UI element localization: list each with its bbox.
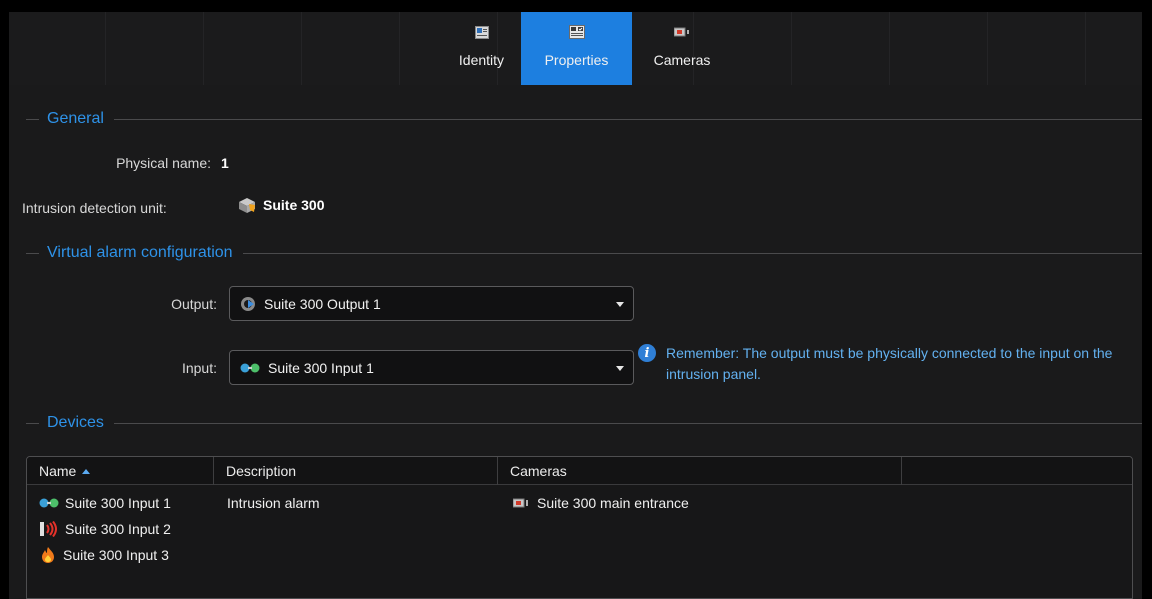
section-general-title: General — [47, 110, 104, 127]
row-name-cell: Suite 300 Input 3 — [39, 542, 169, 568]
output-select-value: Suite 300 Output 1 — [264, 295, 381, 312]
column-header-name[interactable]: Name — [27, 457, 214, 485]
tab-cameras-label: Cameras — [653, 52, 711, 68]
tab-cameras[interactable]: Cameras — [633, 12, 731, 85]
section-devices: Devices — [26, 414, 1142, 432]
input-label: Input: — [181, 360, 217, 376]
physical-name-value: 1 — [221, 155, 229, 171]
connection-note: i Remember: The output must be physicall… — [638, 343, 1126, 385]
output-label: Output: — [171, 296, 217, 312]
sort-ascending-icon — [82, 468, 91, 474]
output-icon — [240, 296, 256, 312]
column-header-extra[interactable] — [902, 457, 1132, 485]
identity-icon — [474, 23, 489, 41]
info-icon: i — [638, 344, 656, 362]
column-header-cameras[interactable]: Cameras — [498, 457, 902, 485]
tab-properties-label: Properties — [544, 52, 609, 68]
camera-icon — [513, 498, 531, 508]
row-description-cell: Intrusion alarm — [227, 495, 320, 511]
camera-icon — [674, 23, 690, 41]
output-select[interactable]: Suite 300 Output 1 — [229, 286, 634, 321]
input-sensor-icon — [39, 497, 59, 509]
intrusion-unit-name: Suite 300 — [263, 197, 325, 213]
intrusion-unit-label: Intrusion detection unit: — [22, 200, 167, 216]
row-name-cell: Suite 300 Input 1 — [39, 490, 171, 516]
intrusion-unit-icon — [237, 196, 257, 214]
tab-bar: Identity Properties Cameras — [9, 12, 1142, 85]
tab-properties[interactable]: Properties — [521, 12, 632, 85]
input-sensor-icon — [240, 362, 260, 374]
table-row[interactable]: Suite 300 Input 3 — [27, 542, 1132, 568]
section-devices-title: Devices — [47, 414, 104, 431]
section-virtual-alarm: Virtual alarm configuration — [26, 244, 1142, 262]
alarm-signal-icon — [39, 521, 59, 537]
section-general: General — [26, 110, 1142, 128]
tab-identity-label: Identity — [458, 52, 505, 68]
input-select-value: Suite 300 Input 1 — [268, 359, 374, 376]
chevron-down-icon — [616, 302, 624, 307]
tab-identity[interactable]: Identity — [443, 12, 520, 85]
connection-note-text: Remember: The output must be physically … — [666, 345, 1113, 382]
table-row[interactable]: Suite 300 Input 2 — [27, 516, 1132, 542]
row-name-cell: Suite 300 Input 2 — [39, 516, 171, 542]
row-camera-cell[interactable]: Suite 300 main entrance — [513, 490, 689, 516]
section-virtual-alarm-title: Virtual alarm configuration — [47, 244, 233, 261]
input-select[interactable]: Suite 300 Input 1 — [229, 350, 634, 385]
table-row[interactable]: Suite 300 Input 1 Intrusion alarm Suite … — [27, 490, 1132, 516]
chevron-down-icon — [616, 366, 624, 371]
properties-icon — [568, 23, 585, 41]
intrusion-unit-value[interactable]: Suite 300 — [237, 196, 324, 214]
column-header-description[interactable]: Description — [214, 457, 498, 485]
physical-name-label: Physical name: — [116, 155, 211, 171]
devices-table: Name Description Cameras Suite 300 Input… — [26, 456, 1133, 599]
table-header: Name Description Cameras — [27, 457, 1132, 485]
fire-icon — [39, 546, 57, 564]
